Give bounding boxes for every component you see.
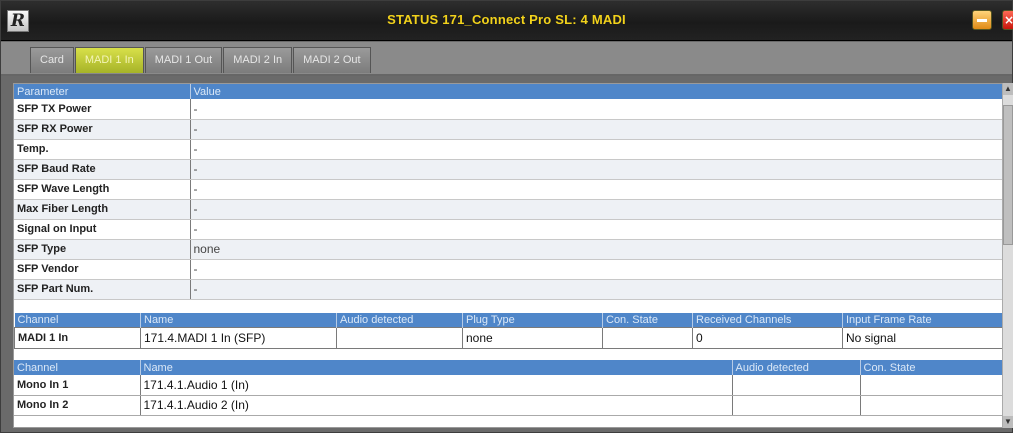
param-name: SFP RX Power [14,119,191,140]
plug-type-cell: none [462,327,603,349]
column-header-channel[interactable]: Channel [14,312,141,328]
param-name: Temp. [14,139,191,160]
tab-madi-1-in[interactable]: MADI 1 In [74,47,144,73]
vertical-scrollbar[interactable]: ▲ ▼ [1002,83,1013,428]
table-row[interactable]: SFP Type none [14,239,1003,260]
name-cell: 171.4.1.Audio 1 (In) [140,375,733,396]
status-window: R STATUS 171_Connect Pro SL: 4 MADI × Ca… [0,0,1013,433]
param-name: Max Fiber Length [14,199,191,220]
channel-cell: MADI 1 In [14,327,141,349]
minimize-button[interactable] [972,10,992,30]
audio-detected-cell [336,327,463,349]
table-row[interactable]: Mono In 1 171.4.1.Audio 1 (In) [14,375,1003,396]
table-row[interactable]: SFP TX Power - [14,99,1003,120]
table-row[interactable]: SFP Part Num. - [14,279,1003,300]
column-header-audio-detected[interactable]: Audio detected [336,312,463,328]
channel-cell: Mono In 1 [14,375,141,396]
column-header-name[interactable]: Name [140,360,733,375]
param-name: SFP Part Num. [14,279,191,300]
param-value: - [190,259,1003,280]
param-value: - [190,139,1003,160]
table-row[interactable]: SFP Baud Rate - [14,159,1003,180]
table-row[interactable]: Signal on Input - [14,219,1003,240]
table-row[interactable]: MADI 1 In 171.4.MADI 1 In (SFP) none 0 N… [14,327,1003,349]
param-value: - [190,219,1003,240]
status-content: Parameter Value SFP TX Power - SFP RX Pow… [13,83,1007,428]
tab-madi-2-out[interactable]: MADI 2 Out [293,47,371,73]
param-name: SFP Wave Length [14,179,191,200]
param-name: SFP Type [14,239,191,260]
table-row[interactable]: Temp. - [14,139,1003,160]
tab-bar: Card MADI 1 In MADI 1 Out MADI 2 In MADI… [1,42,1012,76]
table-row[interactable]: Mono In 2 171.4.1.Audio 2 (In) [14,395,1003,416]
param-name: SFP Baud Rate [14,159,191,180]
param-name: SFP Vendor [14,259,191,280]
table-row[interactable]: Max Fiber Length - [14,199,1003,220]
scroll-thumb[interactable] [1003,105,1013,245]
param-value: - [190,119,1003,140]
con-state-cell [602,327,693,349]
audio-table: Channel Name Audio detected Con. State M… [14,360,1003,416]
scroll-down-icon[interactable]: ▼ [1003,416,1013,428]
con-state-cell [860,395,1003,416]
channel-cell: Mono In 2 [14,395,141,416]
param-value: - [190,179,1003,200]
column-header-channel[interactable]: Channel [14,360,141,375]
parameter-table: Parameter Value SFP TX Power - SFP RX Pow… [14,84,1003,300]
channel-table-header: Channel Name Audio detected Plug Type Co… [14,312,1003,328]
tab-list: Card MADI 1 In MADI 1 Out MADI 2 In MADI… [30,47,372,73]
param-value: - [190,159,1003,180]
column-header-plug-type[interactable]: Plug Type [462,312,603,328]
name-cell: 171.4.MADI 1 In (SFP) [140,327,337,349]
input-frame-rate-cell: No signal [842,327,1003,349]
close-button[interactable]: × [1002,10,1013,30]
param-name: SFP TX Power [14,99,191,120]
parameter-table-header: Parameter Value [14,84,1003,99]
table-row[interactable]: SFP Vendor - [14,259,1003,280]
param-name: Signal on Input [14,219,191,240]
audio-detected-cell [732,375,861,396]
column-header-value[interactable]: Value [190,84,1003,99]
window-title: STATUS 171_Connect Pro SL: 4 MADI [387,12,626,27]
param-value: - [190,279,1003,300]
column-header-con-state[interactable]: Con. State [602,312,693,328]
param-value: none [190,239,1003,260]
param-value: - [190,99,1003,120]
column-header-input-frame-rate[interactable]: Input Frame Rate [842,312,1003,328]
name-cell: 171.4.1.Audio 2 (In) [140,395,733,416]
column-header-con-state[interactable]: Con. State [860,360,1003,375]
column-header-parameter[interactable]: Parameter [14,84,191,99]
table-row[interactable]: SFP RX Power - [14,119,1003,140]
audio-table-header: Channel Name Audio detected Con. State [14,360,1003,375]
title-bar[interactable]: R STATUS 171_Connect Pro SL: 4 MADI × [1,1,1013,41]
param-value: - [190,199,1003,220]
tab-madi-1-out[interactable]: MADI 1 Out [144,47,223,73]
column-header-name[interactable]: Name [140,312,337,328]
channel-table: Channel Name Audio detected Plug Type Co… [14,312,1003,349]
tab-madi-2-in[interactable]: MADI 2 In [223,47,293,73]
scroll-up-icon[interactable]: ▲ [1003,83,1013,95]
column-header-audio-detected[interactable]: Audio detected [732,360,861,375]
received-channels-cell: 0 [692,327,843,349]
table-row[interactable]: SFP Wave Length - [14,179,1003,200]
column-header-received-channels[interactable]: Received Channels [692,312,843,328]
audio-detected-cell [732,395,861,416]
tab-card[interactable]: Card [30,47,74,73]
con-state-cell [860,375,1003,396]
